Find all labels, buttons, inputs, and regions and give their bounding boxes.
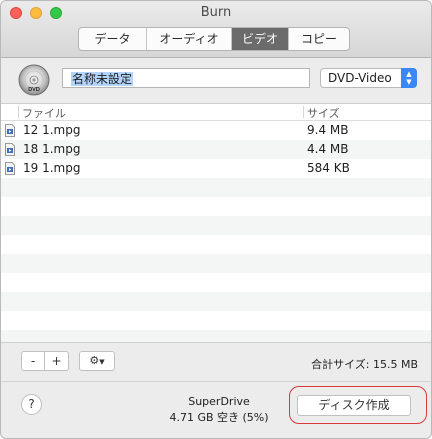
remove-file-button[interactable]: - xyxy=(21,351,45,371)
dvd-icon-label: DVD xyxy=(28,87,40,93)
table-row[interactable]: 19 1.mpg 584 KB xyxy=(1,159,431,178)
tab-video[interactable]: ビデオ xyxy=(232,28,289,50)
empty-row xyxy=(1,197,431,216)
column-divider xyxy=(303,106,304,118)
file-name: 12 1.mpg xyxy=(23,123,81,137)
empty-row xyxy=(1,292,431,311)
chevron-down-icon: ▼ xyxy=(99,358,105,366)
column-header-file[interactable]: ファイル xyxy=(22,105,66,121)
tab-data[interactable]: データ xyxy=(79,28,147,50)
chevron-up-down-icon: ▲ ▼ xyxy=(401,68,417,88)
empty-row xyxy=(1,254,431,273)
file-size: 9.4 MB xyxy=(307,123,349,137)
help-button[interactable]: ? xyxy=(21,394,42,415)
action-menu-button[interactable]: ⚙▼ xyxy=(79,351,115,371)
video-file-icon xyxy=(5,124,15,137)
drive-name: SuperDrive xyxy=(188,395,250,408)
title-bar: Burn データ オーディオ ビデオ コピー xyxy=(1,1,431,58)
burn-disc-button[interactable]: ディスク作成 xyxy=(297,395,411,416)
gear-icon: ⚙ xyxy=(89,354,100,367)
file-size: 4.4 MB xyxy=(307,142,349,156)
tab-audio[interactable]: オーディオ xyxy=(147,28,232,50)
disc-format-select[interactable]: DVD-Video ▲ ▼ xyxy=(320,68,417,88)
file-name: 18 1.mpg xyxy=(23,142,81,156)
table-row[interactable]: 12 1.mpg 9.4 MB xyxy=(1,121,431,140)
drive-free-space: 4.71 GB 空き (5%) xyxy=(169,411,269,424)
burn-window: Burn データ オーディオ ビデオ コピー DVD 名称未設定 DVD-Vid… xyxy=(0,0,432,439)
footer-divider xyxy=(1,381,431,382)
empty-row xyxy=(1,178,431,197)
disc-format-value: DVD-Video xyxy=(328,71,392,85)
file-size: 584 KB xyxy=(307,161,350,175)
table-row[interactable]: 18 1.mpg 4.4 MB xyxy=(1,140,431,159)
total-size-label: 合計サイズ: 15.5 MB xyxy=(311,358,418,371)
empty-row xyxy=(1,216,431,235)
table-body: 12 1.mpg 9.4 MB 18 1.mpg 4.4 MB 19 1.mpg… xyxy=(1,121,431,342)
tab-copy[interactable]: コピー xyxy=(289,28,349,50)
window-title: Burn xyxy=(200,5,232,20)
add-file-button[interactable]: + xyxy=(44,351,69,371)
column-header-size[interactable]: サイズ xyxy=(307,105,340,121)
file-name: 19 1.mpg xyxy=(23,161,81,175)
file-table: ファイル サイズ 12 1.mpg 9.4 MB 18 1.mpg 4.4 MB… xyxy=(1,103,431,343)
table-header: ファイル サイズ xyxy=(1,104,431,121)
disc-name-field[interactable]: 名称未設定 xyxy=(62,68,310,88)
empty-row xyxy=(1,235,431,254)
disc-name-value: 名称未設定 xyxy=(71,72,134,86)
mode-tabs: データ オーディオ ビデオ コピー xyxy=(78,27,350,51)
empty-row xyxy=(1,330,431,342)
video-file-icon xyxy=(5,143,15,156)
column-divider xyxy=(18,106,19,118)
video-file-icon xyxy=(5,162,15,175)
empty-row xyxy=(1,311,431,330)
empty-row xyxy=(1,273,431,292)
dvd-disc-icon: DVD xyxy=(18,64,50,96)
